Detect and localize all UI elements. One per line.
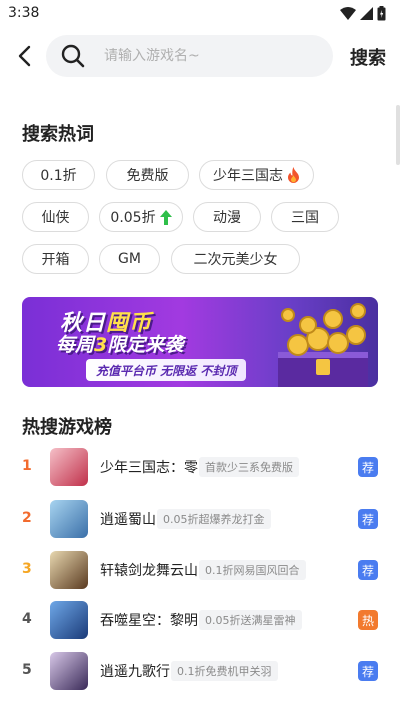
- banner-tagline: 充值平台币 无限返 不封顶: [86, 359, 247, 381]
- scrollbar[interactable]: [396, 105, 400, 165]
- trend-up-icon: [159, 209, 172, 225]
- wifi-icon: [340, 6, 356, 20]
- game-name: 逍遥九歌行: [100, 664, 170, 680]
- game-tag: 0.1折网易国风回合: [199, 560, 306, 580]
- game-tag: 0.1折免费机甲关羽: [171, 661, 278, 681]
- hot-word-chip[interactable]: 三国: [271, 202, 339, 232]
- search-header: 搜索: [0, 28, 400, 84]
- hot-word-chip[interactable]: 动漫: [193, 202, 261, 232]
- hot-words-title: 搜索热词: [22, 124, 94, 145]
- hot-word-label: 仙侠: [41, 210, 70, 226]
- banner-subtitle-suffix: 限定来袭: [107, 334, 184, 356]
- game-name: 吞噬星空：黎明: [100, 613, 198, 629]
- ranking-row[interactable]: 4 吞噬星空：黎明 0.05折送满星雷神 热: [0, 599, 400, 643]
- game-icon[interactable]: [50, 652, 88, 690]
- search-input[interactable]: [104, 48, 304, 64]
- promo-banner[interactable]: 秋日囤币 每周3限定来袭 充值平台币 无限返 不封顶: [22, 297, 378, 387]
- game-icon[interactable]: [50, 601, 88, 639]
- rank-number: 3: [22, 561, 32, 577]
- ranking-row[interactable]: 1 少年三国志：零 首款少三系免费版 荐: [0, 446, 400, 490]
- fire-icon: [287, 167, 300, 183]
- ranking-row[interactable]: 2 逍遥蜀山 0.05折超爆养龙打金 荐: [0, 498, 400, 542]
- rank-number: 1: [22, 458, 32, 474]
- banner-subtitle: 每周3限定来袭: [56, 330, 183, 357]
- game-tag: 0.05折超爆养龙打金: [157, 509, 271, 529]
- rank-number: 5: [22, 662, 32, 678]
- hot-word-chip[interactable]: 0.1折: [22, 160, 95, 190]
- rank-number: 2: [22, 510, 32, 526]
- game-tag: 0.05折送满星雷神: [199, 610, 302, 630]
- recommend-badge: 荐: [358, 661, 378, 681]
- game-icon[interactable]: [50, 500, 88, 538]
- game-name: 少年三国志：零: [100, 460, 198, 476]
- hot-word-label: 0.05折: [110, 210, 156, 226]
- game-icon[interactable]: [50, 551, 88, 589]
- recommend-badge: 荐: [358, 509, 378, 529]
- hot-word-chip[interactable]: GM: [99, 244, 160, 274]
- search-box[interactable]: [46, 35, 333, 77]
- hot-word-chip[interactable]: 0.05折: [99, 202, 183, 232]
- hot-badge: 热: [358, 610, 378, 630]
- hot-word-chip[interactable]: 仙侠: [22, 202, 89, 232]
- ranking-row[interactable]: 5 逍遥九歌行 0.1折免费机甲关羽 荐: [0, 650, 400, 694]
- chevron-left-icon: [18, 45, 31, 67]
- treasure-chest-image: [278, 303, 368, 387]
- recommend-badge: 荐: [358, 560, 378, 580]
- recommend-badge: 荐: [358, 457, 378, 477]
- game-icon[interactable]: [50, 448, 88, 486]
- hot-word-chip[interactable]: 二次元美少女: [171, 244, 300, 274]
- ranking-row[interactable]: 3 轩辕剑龙舞云山 0.1折网易国风回合 荐: [0, 549, 400, 593]
- status-icons: [340, 6, 386, 21]
- hot-word-chip[interactable]: 少年三国志: [199, 160, 314, 190]
- game-name: 轩辕剑龙舞云山: [100, 563, 198, 579]
- hot-word-label: 三国: [291, 210, 319, 226]
- search-button[interactable]: 搜索: [350, 44, 386, 70]
- hot-word-label: 开箱: [41, 252, 70, 268]
- search-icon: [60, 43, 86, 69]
- banner-subtitle-highlight: 3: [94, 334, 108, 356]
- battery-icon: [377, 6, 386, 21]
- back-button[interactable]: [10, 40, 38, 72]
- banner-subtitle-prefix: 每周: [56, 334, 95, 356]
- hot-word-chip[interactable]: 开箱: [22, 244, 89, 274]
- signal-icon: [360, 7, 373, 20]
- hot-word-label: 免费版: [126, 168, 169, 184]
- rank-number: 4: [22, 611, 32, 627]
- hot-word-label: 少年三国志: [213, 168, 283, 184]
- hot-word-label: 0.1折: [40, 168, 77, 184]
- hot-word-label: 二次元美少女: [193, 252, 278, 268]
- status-bar: 3:38: [0, 0, 400, 28]
- hot-word-label: GM: [118, 251, 141, 267]
- game-name: 逍遥蜀山: [100, 512, 156, 528]
- hot-word-chip[interactable]: 免费版: [106, 160, 189, 190]
- game-tag: 首款少三系免费版: [199, 457, 299, 477]
- hot-word-label: 动漫: [213, 210, 241, 226]
- status-time: 3:38: [8, 5, 40, 21]
- ranking-title: 热搜游戏榜: [22, 417, 112, 438]
